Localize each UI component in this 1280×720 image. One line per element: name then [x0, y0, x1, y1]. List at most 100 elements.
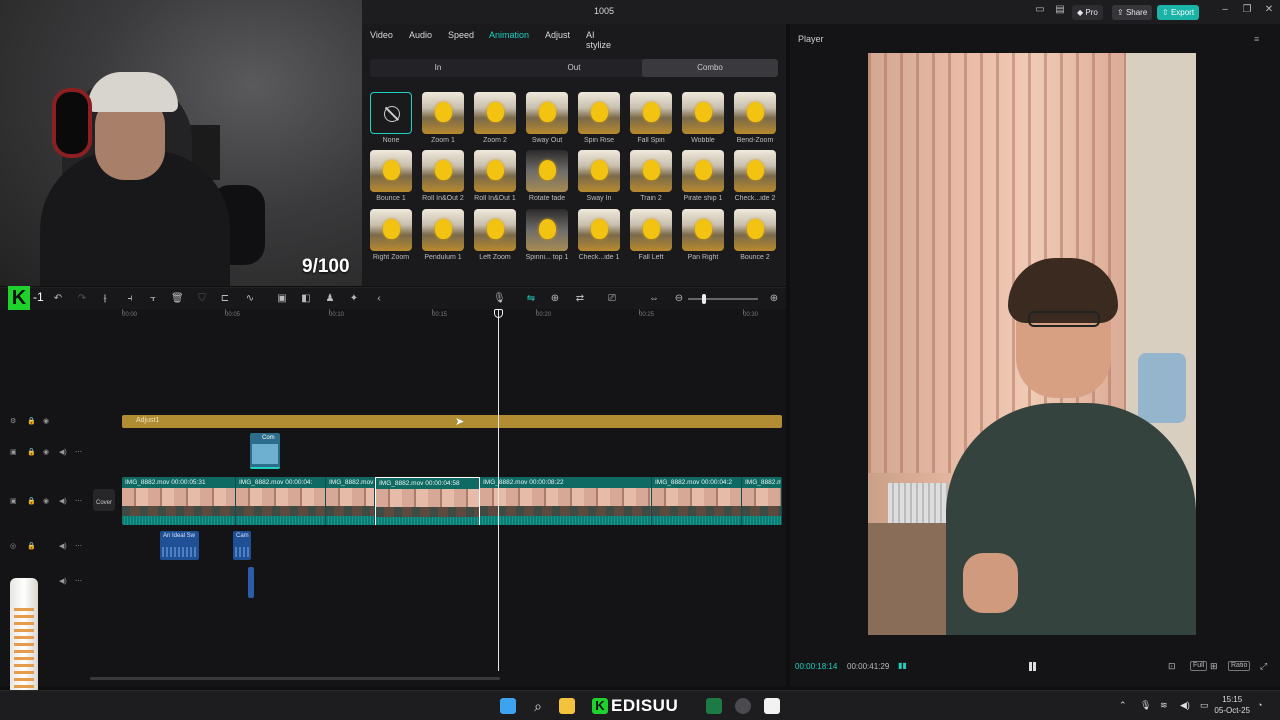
more-icon[interactable]: ⋯: [75, 577, 82, 585]
video-clip[interactable]: IMG_8882.mov 00:00:04:2: [652, 477, 742, 525]
lock-icon[interactable]: 🔒: [27, 542, 36, 550]
lock-icon[interactable]: 🔒: [27, 417, 36, 425]
animation-tile[interactable]: [734, 150, 776, 192]
minimize-icon[interactable]: –: [1215, 4, 1235, 15]
crop-icon[interactable]: ⊡: [1168, 661, 1176, 672]
wifi-icon[interactable]: ≋: [1160, 700, 1168, 711]
magic-icon[interactable]: ✦: [348, 293, 360, 305]
subtab-out[interactable]: Out: [506, 59, 642, 77]
zoom-fit-icon[interactable]: ⊞: [1210, 661, 1218, 672]
volume-icon[interactable]: ◀): [1180, 700, 1190, 711]
animation-tile[interactable]: [474, 209, 516, 251]
eye-icon[interactable]: ◉: [43, 497, 49, 505]
animation-tile[interactable]: [422, 209, 464, 251]
capcut-icon[interactable]: [764, 698, 780, 714]
video-clip[interactable]: IMG_8882.mov 00:00:04:: [236, 477, 326, 525]
undo-icon[interactable]: ↶: [52, 293, 64, 305]
speaker-icon[interactable]: ◀): [59, 497, 67, 505]
animation-tile[interactable]: [526, 92, 568, 134]
notification-icon[interactable]: ◔: [1257, 700, 1262, 710]
split-right-icon[interactable]: ⫟: [147, 293, 159, 305]
subtab-in[interactable]: In: [370, 59, 506, 77]
animation-tile[interactable]: [734, 92, 776, 134]
clock[interactable]: 15:15 05-Oct-25: [1214, 694, 1250, 716]
mirror-icon[interactable]: ◧: [300, 293, 312, 305]
animation-tile[interactable]: [474, 150, 516, 192]
speaker-icon[interactable]: ◀): [59, 577, 67, 585]
pro-button[interactable]: ◆ Pro: [1072, 5, 1103, 20]
more-icon[interactable]: ⋯: [75, 448, 82, 456]
shortcuts-icon[interactable]: ▤: [1050, 4, 1070, 15]
animation-tile[interactable]: [422, 150, 464, 192]
animation-tile[interactable]: [526, 209, 568, 251]
zoom-in-icon[interactable]: ⊕: [768, 293, 780, 305]
animation-tile[interactable]: [578, 92, 620, 134]
excel-icon[interactable]: [706, 698, 722, 714]
windows-start-icon[interactable]: [500, 698, 516, 714]
lock-icon[interactable]: 🔒: [27, 448, 36, 456]
video-clip[interactable]: IMG_8882.mov: [326, 477, 375, 525]
file-explorer-icon[interactable]: [559, 698, 575, 714]
share-button[interactable]: ⇪ Share: [1112, 5, 1153, 20]
eye-icon[interactable]: ◉: [43, 448, 49, 456]
playhead-handle[interactable]: [494, 309, 503, 318]
animation-tile[interactable]: [630, 209, 672, 251]
animation-tile[interactable]: [526, 150, 568, 192]
collapse-icon[interactable]: ‹: [373, 293, 385, 305]
tab-ai-stylize[interactable]: AI stylize: [586, 30, 611, 50]
video-clip[interactable]: IMG_8882.mov 00:00:05:31: [122, 477, 236, 525]
delete-icon[interactable]: 🗑: [171, 293, 184, 305]
fullscreen-icon[interactable]: ⤢: [1260, 661, 1267, 672]
search-icon[interactable]: ⌕: [530, 698, 546, 714]
microphone-icon[interactable]: 🎙: [493, 293, 506, 305]
menu-icon[interactable]: ≡: [1254, 34, 1259, 44]
chrome-icon[interactable]: [735, 698, 751, 714]
more-icon[interactable]: ⋯: [75, 497, 82, 505]
animation-tile[interactable]: [682, 150, 724, 192]
time-ruler[interactable]: 00:00 00:05 00:10 00:15 00:20 00:25 00:3…: [120, 309, 786, 323]
speaker-icon[interactable]: ◀): [59, 542, 67, 550]
brand-k-icon[interactable]: K: [592, 698, 608, 714]
animation-tile[interactable]: [630, 92, 672, 134]
zoom-out-icon[interactable]: ⊖: [673, 293, 685, 305]
animation-tile[interactable]: [630, 150, 672, 192]
eye-icon[interactable]: ◉: [43, 417, 49, 425]
overlay-clip[interactable]: Com: [250, 433, 280, 469]
split-icon[interactable]: ⫲: [99, 293, 111, 305]
curve-icon[interactable]: ∿: [244, 293, 256, 305]
video-clip[interactable]: IMG_8882.m: [742, 477, 782, 525]
crop-icon[interactable]: ⊏: [219, 293, 231, 305]
speaker-icon[interactable]: ◀): [59, 448, 67, 456]
animation-tile[interactable]: [578, 150, 620, 192]
video-clip[interactable]: IMG_8882.mov 00:00:08:22: [480, 477, 652, 525]
export-button[interactable]: ⇧ Export: [1157, 5, 1200, 20]
waveform-icon[interactable]: ▮▮: [898, 661, 907, 670]
ratio-button[interactable]: Ratio: [1228, 661, 1251, 671]
link-icon[interactable]: ⇋: [525, 293, 537, 305]
playhead[interactable]: [498, 309, 499, 671]
full-button[interactable]: Full: [1190, 661, 1208, 671]
shield-icon[interactable]: ⛉: [196, 293, 208, 305]
track-icon[interactable]: ⎚: [606, 293, 618, 305]
tab-animation[interactable]: Animation: [489, 30, 529, 40]
tab-audio[interactable]: Audio: [409, 30, 432, 40]
freeze-icon[interactable]: ▣: [276, 293, 288, 305]
split-left-icon[interactable]: ⫞: [124, 293, 136, 305]
redo-icon[interactable]: ↷: [76, 293, 88, 305]
horizontal-scrollbar[interactable]: [90, 677, 500, 680]
animation-tile[interactable]: [474, 92, 516, 134]
microphone-icon[interactable]: 🎙: [1140, 700, 1151, 711]
zoom-slider[interactable]: [688, 294, 758, 304]
animation-tile[interactable]: [682, 209, 724, 251]
snap-icon[interactable]: ⊕: [549, 293, 561, 305]
pause-button[interactable]: [1028, 662, 1038, 672]
cover-button[interactable]: Cover: [93, 489, 115, 511]
lock-icon[interactable]: 🔒: [27, 497, 36, 505]
chevron-up-icon[interactable]: ⌃: [1119, 700, 1127, 711]
close-icon[interactable]: ✕: [1259, 4, 1279, 15]
animation-tile[interactable]: [370, 150, 412, 192]
animation-tile[interactable]: [734, 209, 776, 251]
video-clip-selected[interactable]: IMG_8882.mov 00:00:04:58: [375, 477, 480, 525]
subtab-combo[interactable]: Combo: [642, 59, 778, 77]
animation-tile[interactable]: [370, 209, 412, 251]
